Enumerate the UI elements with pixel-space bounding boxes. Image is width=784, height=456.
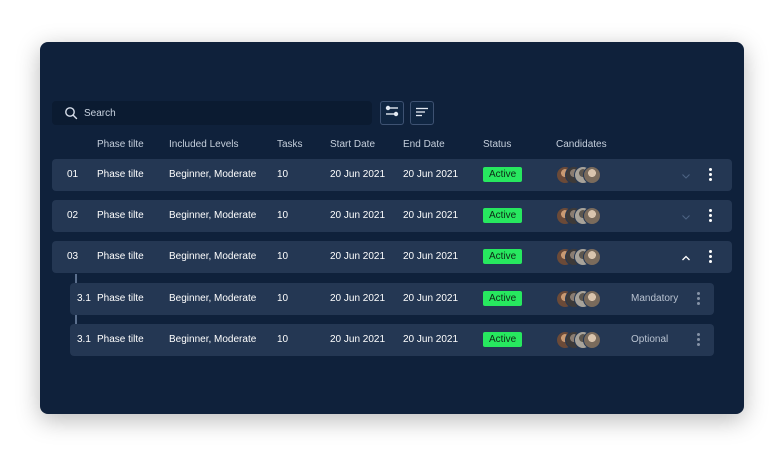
candidate-avatar[interactable] [583, 331, 601, 349]
row-end-date: 20 Jun 2021 [403, 251, 459, 262]
requirement-label: Mandatory [631, 293, 679, 304]
column-header-start-date[interactable]: Start Date [330, 139, 375, 150]
row-start-date: 20 Jun 2021 [330, 293, 386, 304]
status-badge: Active [483, 291, 523, 306]
row-levels: Beginner, Moderate [169, 334, 257, 345]
status-badge: Active [483, 249, 523, 264]
row-phase-title: Phase tilte [97, 210, 144, 221]
subrow-number: 3.1 [77, 293, 91, 304]
more-options-icon[interactable] [709, 209, 713, 223]
more-options-icon[interactable] [697, 292, 701, 306]
row-number: 02 [67, 210, 79, 221]
row-phase-title: Phase tilte [97, 334, 144, 345]
status-badge: Active [483, 208, 523, 223]
tree-connector [75, 274, 77, 283]
table-subrow[interactable]: 3.1 Phase tilte Beginner, Moderate 10 20… [70, 324, 714, 356]
candidate-avatar[interactable] [583, 166, 601, 184]
chevron-down-icon[interactable] [680, 169, 692, 181]
chevron-down-icon[interactable] [680, 210, 692, 222]
row-phase-title: Phase tilte [97, 169, 144, 180]
row-tasks: 10 [277, 293, 289, 304]
requirement-label: Optional [631, 334, 669, 345]
column-header-end-date[interactable]: End Date [403, 139, 445, 150]
table-row[interactable]: 02 Phase tilte Beginner, Moderate 10 20 … [52, 200, 732, 232]
candidate-avatars[interactable] [556, 166, 604, 184]
table-subrow[interactable]: 3.1 Phase tilte Beginner, Moderate 10 20… [70, 283, 714, 315]
row-tasks: 10 [277, 210, 289, 221]
status-badge: Active [483, 332, 523, 347]
candidate-avatar[interactable] [583, 248, 601, 266]
row-levels: Beginner, Moderate [169, 169, 257, 180]
column-header-status[interactable]: Status [483, 139, 511, 150]
filter-toggle-button[interactable] [380, 101, 404, 125]
chevron-up-icon[interactable] [680, 251, 692, 263]
row-levels: Beginner, Moderate [169, 210, 257, 221]
row-start-date: 20 Jun 2021 [330, 169, 386, 180]
table-row[interactable]: 01 Phase tilte Beginner, Moderate 10 20 … [52, 159, 732, 191]
column-header-phase[interactable]: Phase tilte [97, 139, 144, 150]
row-phase-title: Phase tilte [97, 293, 144, 304]
row-tasks: 10 [277, 169, 289, 180]
row-end-date: 20 Jun 2021 [403, 293, 459, 304]
more-options-icon[interactable] [697, 333, 701, 347]
more-options-icon[interactable] [709, 250, 713, 264]
candidate-avatars[interactable] [556, 207, 604, 225]
column-header-candidates[interactable]: Candidates [556, 139, 607, 150]
row-start-date: 20 Jun 2021 [330, 334, 386, 345]
row-start-date: 20 Jun 2021 [330, 210, 386, 221]
column-header-levels[interactable]: Included Levels [169, 139, 239, 150]
row-number: 01 [67, 169, 79, 180]
candidate-avatar[interactable] [583, 207, 601, 225]
more-options-icon[interactable] [709, 168, 713, 182]
candidate-avatar[interactable] [583, 290, 601, 308]
sort-button[interactable] [410, 101, 434, 125]
row-levels: Beginner, Moderate [169, 251, 257, 262]
sort-lines-icon [415, 104, 429, 122]
search-icon [64, 106, 78, 120]
row-number: 03 [67, 251, 79, 262]
row-phase-title: Phase tilte [97, 251, 144, 262]
search-bar[interactable] [52, 101, 372, 125]
candidate-avatars[interactable] [556, 290, 604, 308]
row-start-date: 20 Jun 2021 [330, 251, 386, 262]
row-tasks: 10 [277, 251, 289, 262]
candidate-avatars[interactable] [556, 331, 604, 349]
search-input[interactable] [84, 107, 354, 119]
row-levels: Beginner, Moderate [169, 293, 257, 304]
table-row[interactable]: 03 Phase tilte Beginner, Moderate 10 20 … [52, 241, 732, 273]
candidate-avatars[interactable] [556, 248, 604, 266]
row-end-date: 20 Jun 2021 [403, 334, 459, 345]
row-end-date: 20 Jun 2021 [403, 210, 459, 221]
row-tasks: 10 [277, 334, 289, 345]
status-badge: Active [483, 167, 523, 182]
tree-connector [75, 315, 77, 324]
column-header-tasks[interactable]: Tasks [277, 139, 303, 150]
filter-toggle-icon [385, 104, 399, 122]
subrow-number: 3.1 [77, 334, 91, 345]
row-end-date: 20 Jun 2021 [403, 169, 459, 180]
